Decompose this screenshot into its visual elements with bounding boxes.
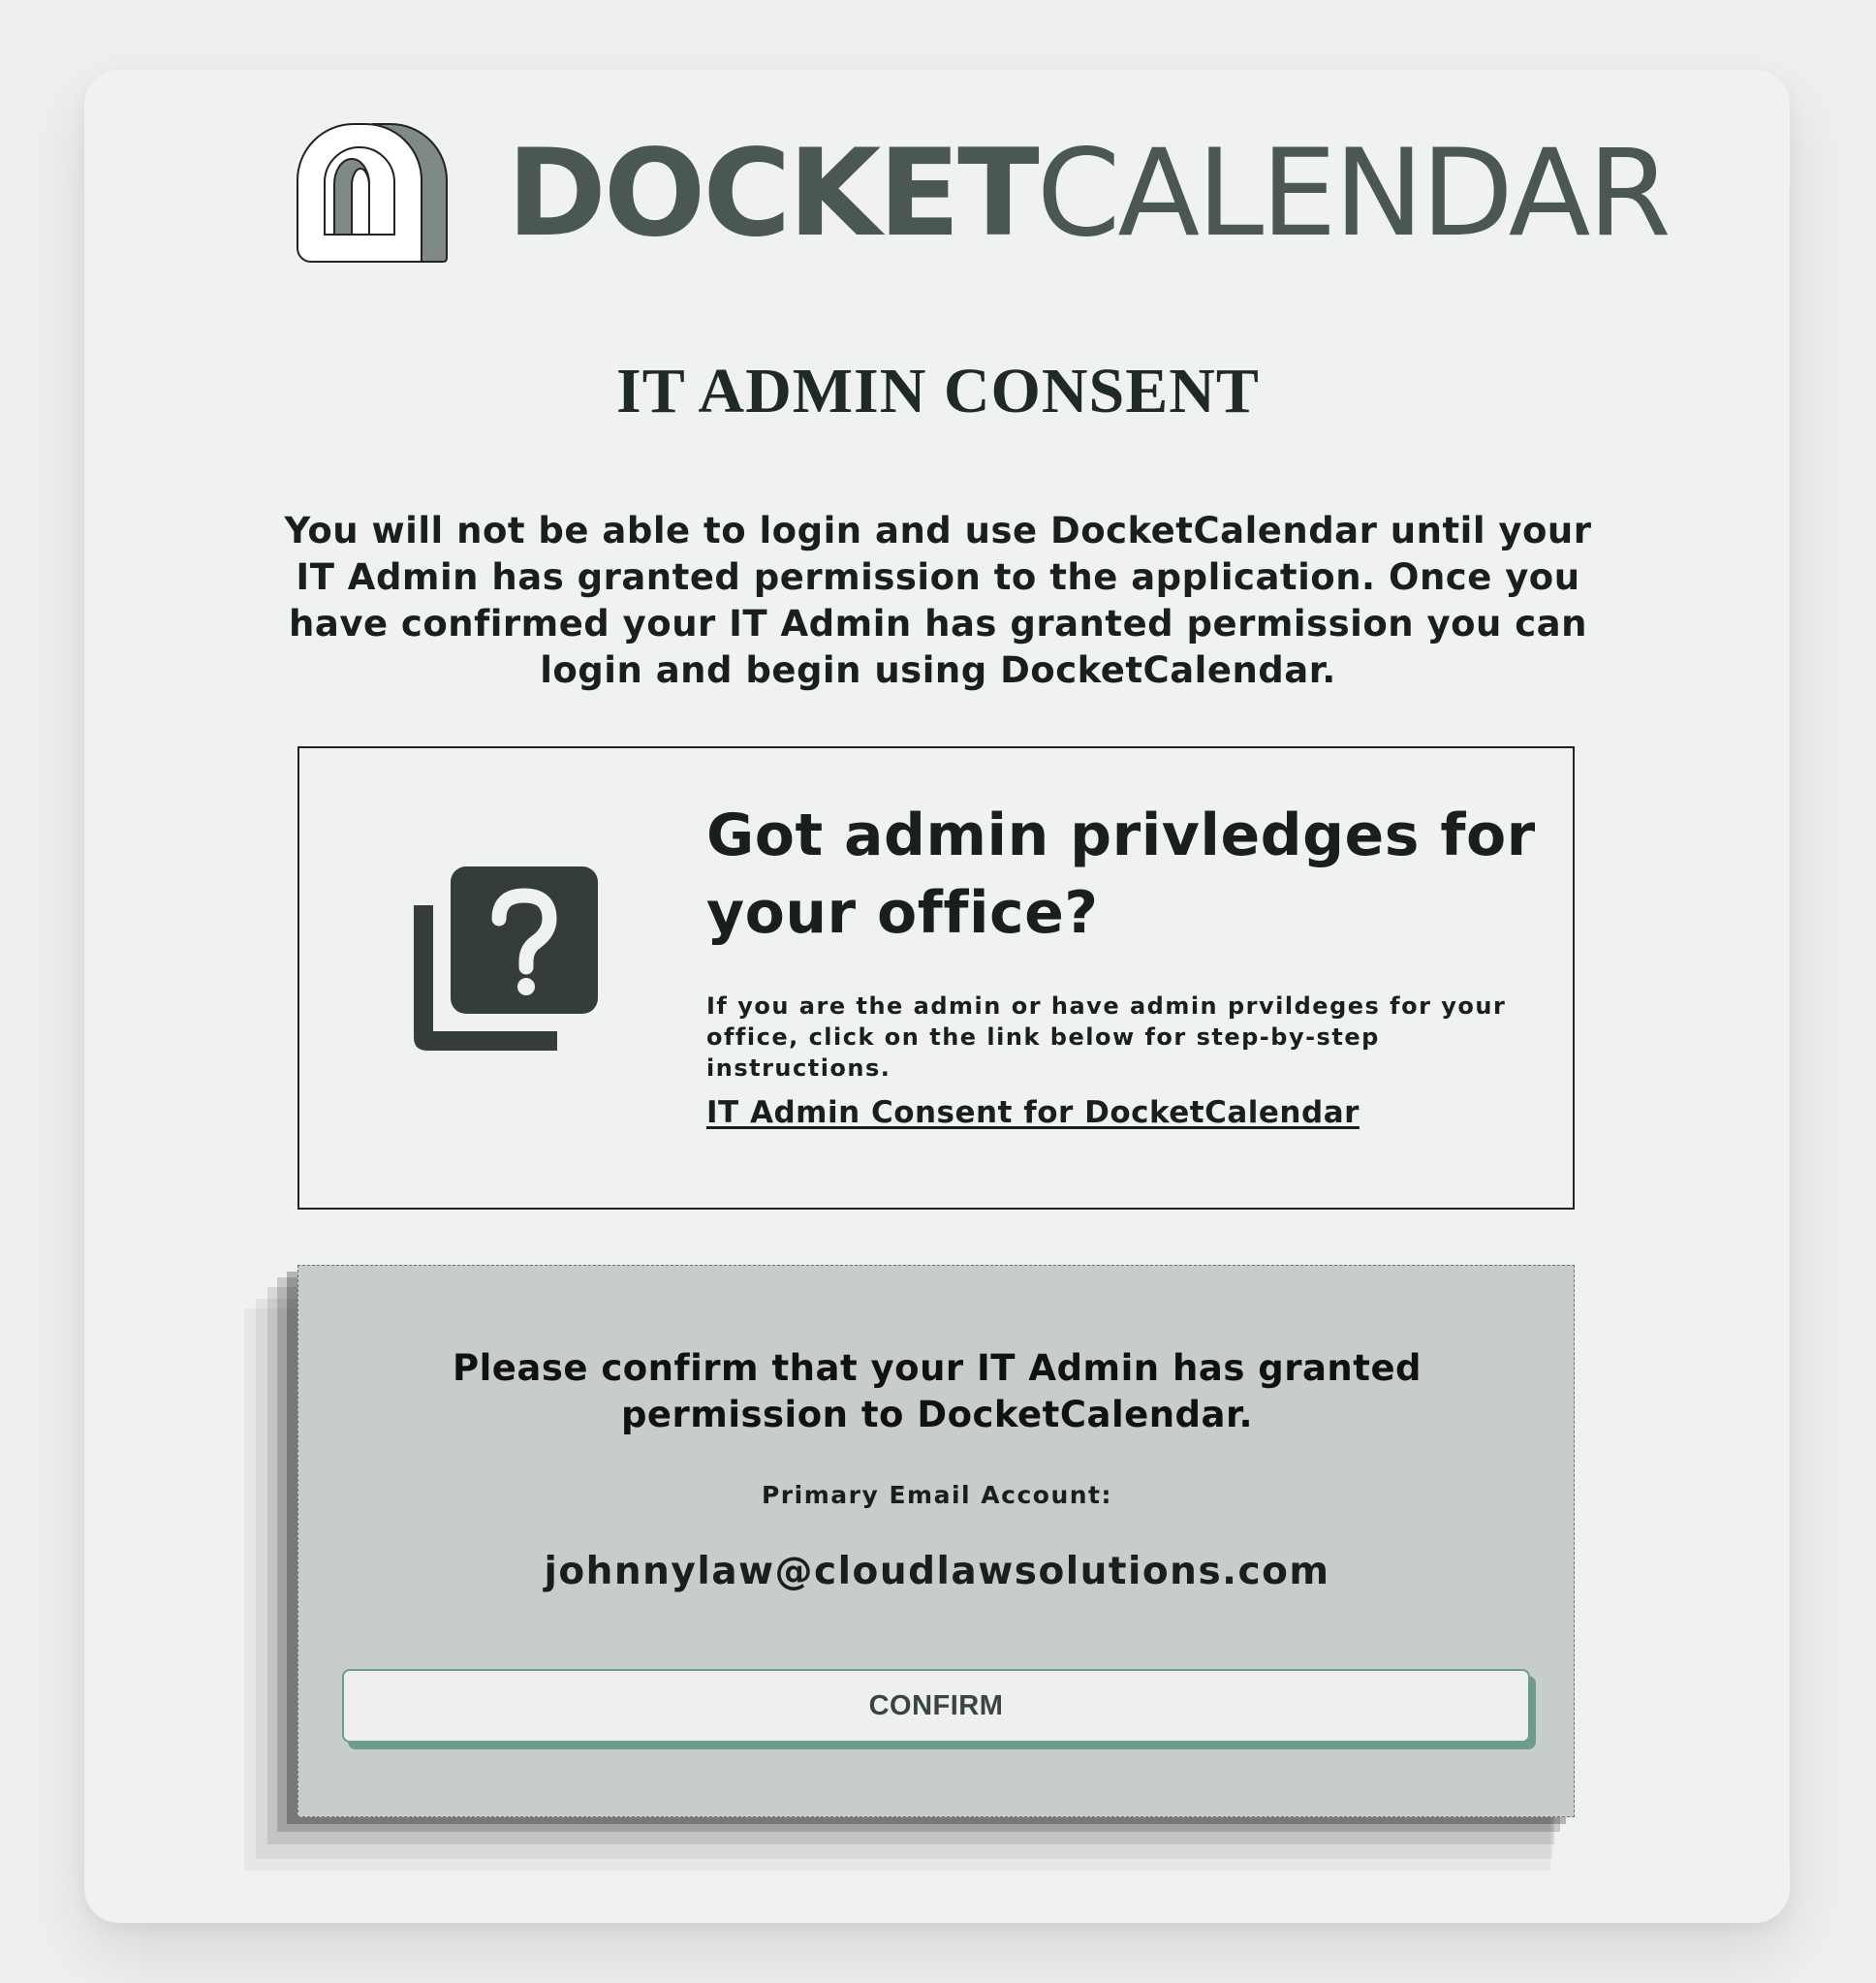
logo-mark-icon bbox=[297, 123, 448, 263]
primary-email-value: johnnylaw@cloudlawsolutions.com bbox=[544, 1550, 1330, 1593]
logo-word-calendar: CALENDAR bbox=[1036, 124, 1672, 264]
logo-word-docket: DOCKET bbox=[507, 124, 1040, 264]
primary-email-label: Primary Email Account: bbox=[761, 1481, 1113, 1509]
docketcalendar-logo: DOCKETCALENDAR bbox=[296, 122, 1672, 264]
intro-text: You will not be able to login and use Do… bbox=[284, 510, 1592, 691]
admin-instructions-text: If you are the admin or have admin prvil… bbox=[706, 992, 1507, 1082]
confirm-title: Please confirm that your IT Admin has gr… bbox=[452, 1347, 1423, 1435]
it-admin-consent-link[interactable]: IT Admin Consent for DocketCalendar bbox=[706, 1093, 1360, 1132]
logo-wordmark: DOCKETCALENDAR bbox=[507, 124, 1672, 264]
page-title: IT ADMIN CONSENT bbox=[616, 356, 1260, 426]
admin-heading: Got admin privledges for your office? bbox=[706, 802, 1536, 947]
admin-privileges-box: Got admin privledges for your office? If… bbox=[297, 746, 1575, 1210]
question-library-icon bbox=[414, 866, 598, 1051]
confirm-button[interactable]: CONFIRM bbox=[342, 1669, 1530, 1743]
confirm-panel: Please confirm that your IT Admin has gr… bbox=[297, 1265, 1575, 1817]
